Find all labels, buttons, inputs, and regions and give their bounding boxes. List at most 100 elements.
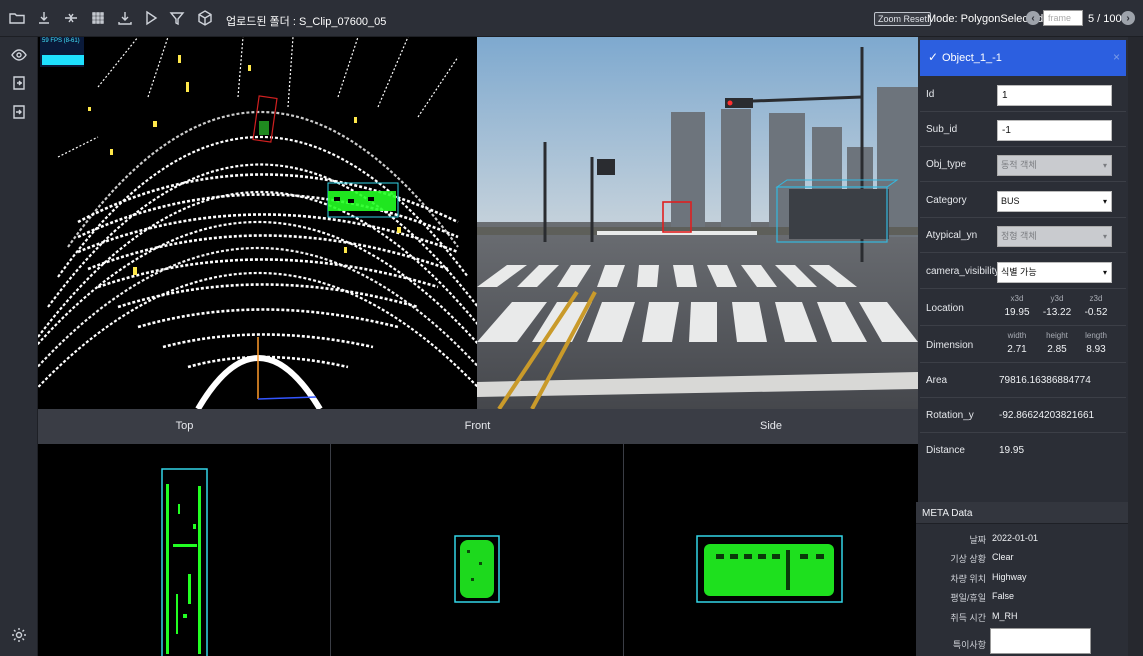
select-value: 동적 객체: [1001, 160, 1037, 170]
scrollbar[interactable]: [1128, 37, 1143, 656]
chevron-down-icon: ▾: [1102, 268, 1107, 277]
filter-icon[interactable]: [168, 9, 186, 27]
field-obj-type: Obj_type 동적 객체 ▾: [920, 147, 1126, 182]
folder-label: 업로드된 폴더 : S_Clip_07600_05: [226, 16, 387, 28]
meta-row: 차량 위치 Highway: [916, 569, 1128, 588]
obj-type-select: 동적 객체 ▾: [997, 155, 1112, 176]
frame-input[interactable]: frame: [1043, 10, 1083, 26]
field-category: Category BUS ▾: [920, 183, 1126, 218]
field-atypical: Atypical_yn 정형 객체 ▾: [920, 218, 1126, 253]
select-value: BUS: [1001, 196, 1020, 206]
location-x: x3d 19.95: [1004, 294, 1030, 318]
cube-icon[interactable]: [196, 9, 214, 27]
meta-value: 2022-01-01: [992, 533, 1039, 543]
meta-key: 기상 상황: [950, 554, 986, 564]
field-label: Id: [926, 89, 935, 100]
field-label: Atypical_yn: [926, 230, 978, 241]
toolbar: 업로드된 폴더 : S_Clip_07600_05 Zoom Reset Mod…: [0, 0, 1143, 37]
tab-front[interactable]: Front: [331, 409, 624, 444]
field-rotation: Rotation_y -92.86624203821661: [920, 398, 1126, 433]
id-input[interactable]: 1: [997, 85, 1112, 106]
export-file-icon[interactable]: [10, 103, 28, 121]
meta-value: Highway: [992, 572, 1027, 582]
meta-value: M_RH: [992, 611, 1018, 621]
dimension-height: height 2.85: [1046, 331, 1068, 355]
meta-key: 차량 위치: [950, 574, 986, 584]
meta-row: 취득 시간 M_RH: [916, 608, 1128, 627]
field-label: Area: [926, 375, 948, 386]
meta-title: META Data: [922, 508, 973, 519]
prev-frame-button[interactable]: ‹: [1026, 11, 1040, 25]
field-label: camera_visibility: [926, 266, 1000, 277]
front-view-pointcloud: [454, 535, 500, 603]
meta-row: 날짜 2022-01-01: [916, 530, 1128, 549]
camera-image: [477, 37, 918, 409]
meta-key: 특이사항: [952, 640, 986, 650]
front-view-pane[interactable]: [331, 444, 623, 656]
compress-icon[interactable]: [62, 9, 80, 27]
dimension-width: width 2.71: [1007, 331, 1027, 355]
field-label: Obj_type: [926, 159, 967, 170]
meta-key: 취득 시간: [950, 613, 986, 623]
meta-key: 평일/휴일: [950, 593, 986, 603]
tab-top[interactable]: Top: [38, 409, 331, 444]
download-icon[interactable]: [35, 9, 53, 27]
field-sub-id: Sub_id -1: [920, 112, 1126, 147]
field-location: Location x3d 19.95 y3d -13.22 z3d -0.52: [920, 289, 1126, 326]
fps-bar: [42, 55, 84, 65]
meta-value: False: [992, 591, 1015, 601]
select-value: 식별 가능: [1001, 267, 1037, 277]
atypical-select: 정형 객체 ▾: [997, 226, 1112, 247]
tab-side[interactable]: Side: [624, 409, 918, 444]
chevron-left-icon: ‹: [1031, 12, 1035, 24]
export-icon[interactable]: [116, 9, 134, 27]
memo-textarea[interactable]: [990, 628, 1091, 654]
field-label: Sub_id: [926, 124, 958, 135]
lidar-view[interactable]: 59 FPS (8-61): [38, 37, 477, 409]
meta-key: 날짜: [969, 535, 986, 545]
chevron-down-icon: ▾: [1102, 161, 1107, 170]
field-distance: Distance 19.95: [920, 433, 1126, 468]
meta-row: 평일/휴일 False: [916, 588, 1128, 607]
eye-icon[interactable]: [10, 46, 28, 64]
location-z: z3d -0.52: [1084, 294, 1108, 318]
rotation-value: -92.86624203821661: [999, 410, 1095, 421]
import-icon[interactable]: [10, 74, 28, 92]
grid-icon[interactable]: [89, 9, 107, 27]
field-label: Distance: [926, 445, 965, 456]
field-label: Rotation_y: [926, 410, 974, 421]
fps-text: 59 FPS (8-61): [42, 38, 80, 44]
lidar-pointcloud: [38, 37, 477, 409]
field-label: Location: [926, 303, 964, 314]
settings-icon[interactable]: [10, 626, 28, 644]
location-y: y3d -13.22: [1042, 294, 1072, 318]
sub-id-input[interactable]: -1: [997, 120, 1112, 141]
dimension-length: length 8.93: [1085, 331, 1107, 355]
field-dimension: Dimension width 2.71 height 2.85 length 8.9…: [920, 326, 1126, 363]
top-view-pane[interactable]: [38, 444, 330, 656]
chevron-down-icon: ▾: [1102, 197, 1107, 206]
folder-icon[interactable]: [8, 9, 26, 27]
select-value: 정형 객체: [1001, 231, 1037, 241]
camera-view[interactable]: [477, 37, 918, 409]
field-camera-visibility: camera_visibility 식별 가능 ▾: [920, 254, 1126, 289]
object-title: Object_1_-1: [942, 52, 1002, 64]
area-value: 79816.16386884774: [999, 375, 1091, 386]
fps-meter: 59 FPS (8-61): [40, 37, 84, 67]
object-header[interactable]: ✓ Object_1_-1 ×: [920, 40, 1126, 76]
object-panel: ✓ Object_1_-1 × Id 1 Sub_id -1 Obj_type …: [918, 37, 1128, 500]
frame-count: 5 / 100: [1088, 13, 1122, 25]
next-frame-button[interactable]: ›: [1121, 11, 1135, 25]
meta-row: 기상 상황 Clear: [916, 549, 1128, 568]
meta-value: Clear: [992, 552, 1014, 562]
side-view-pane[interactable]: [624, 444, 918, 656]
category-select[interactable]: BUS ▾: [997, 191, 1112, 212]
top-view-pointcloud: [161, 468, 208, 656]
close-icon[interactable]: ×: [1113, 50, 1120, 64]
distance-value: 19.95: [999, 445, 1025, 456]
meta-panel: META Data 날짜 2022-01-01 기상 상황 Clear 차량 위치 H…: [916, 502, 1128, 656]
side-view-pointcloud: [696, 535, 843, 603]
camera-visibility-select[interactable]: 식별 가능 ▾: [997, 262, 1112, 283]
zoom-reset-button[interactable]: Zoom Reset: [874, 12, 932, 26]
play-icon[interactable]: [142, 9, 160, 27]
